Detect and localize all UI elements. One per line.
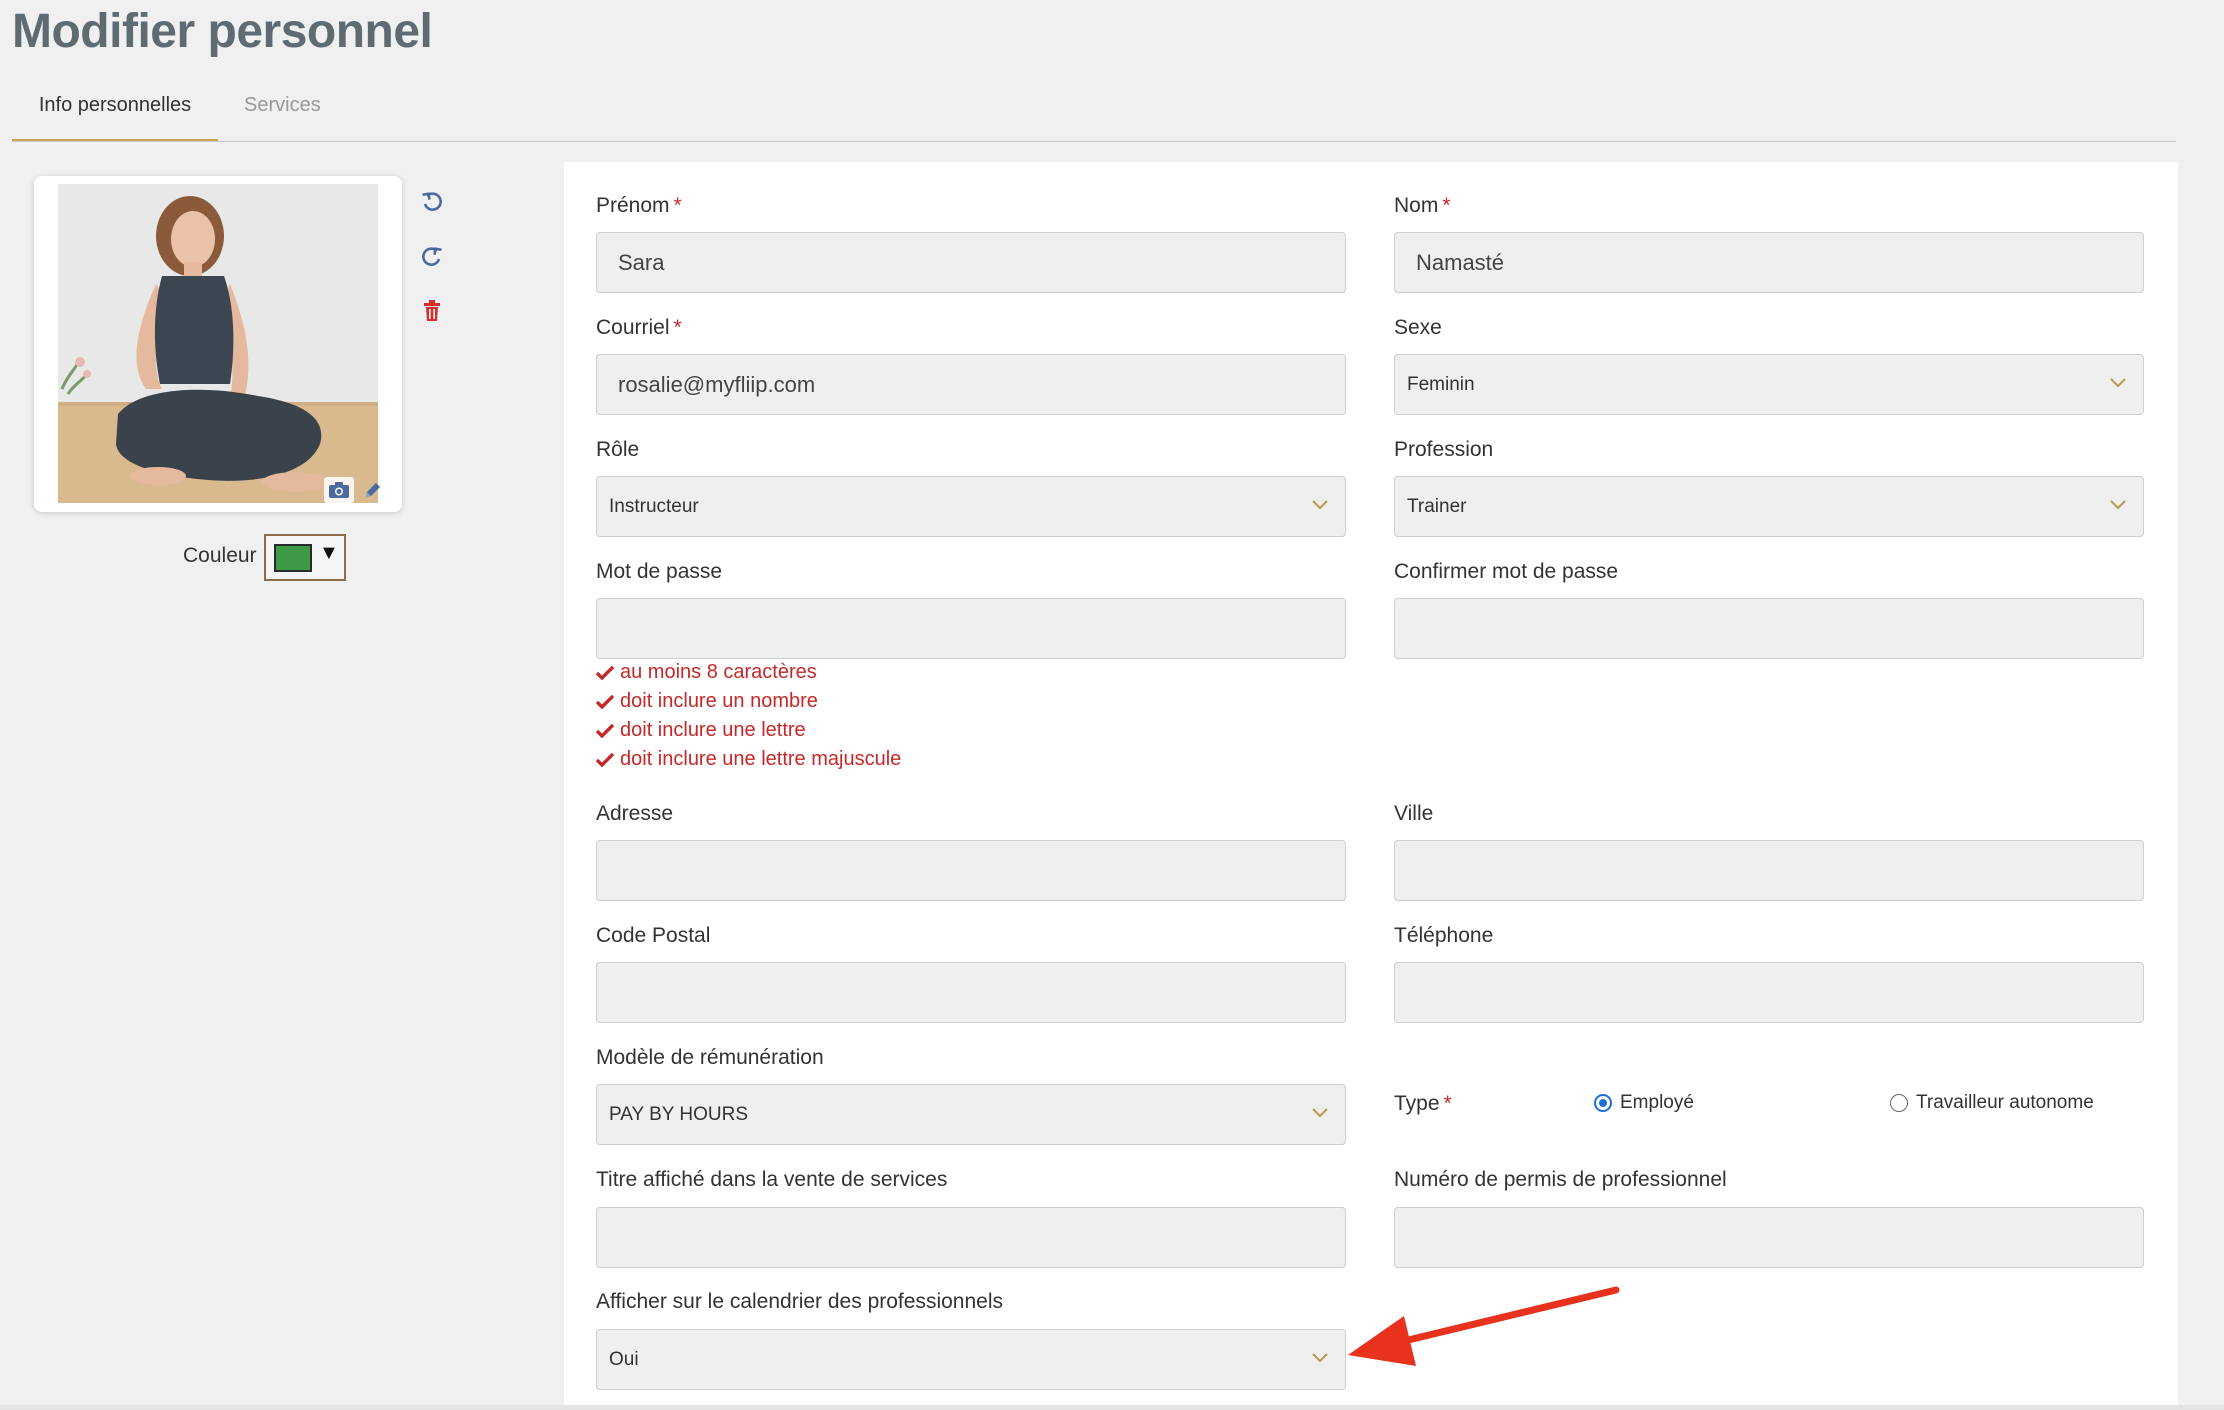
adresse-label: Adresse <box>596 802 674 825</box>
telephone-input[interactable] <box>1394 962 2144 1023</box>
afficher-calendrier-select[interactable]: Oui <box>596 1329 1346 1390</box>
profile-photo-card <box>34 176 402 512</box>
prenom-label: Prénom * <box>596 194 682 217</box>
profession-select[interactable]: Trainer <box>1394 476 2144 537</box>
confirmer-mot-de-passe-label: Confirmer mot de passe <box>1394 560 1619 583</box>
password-rule: doit inclure une lettre majuscule <box>596 745 901 774</box>
courriel-value: rosalie@myfliip.com <box>618 372 816 397</box>
password-rule: au moins 8 caractères <box>596 658 901 687</box>
nom-value: Namasté <box>1416 250 1505 275</box>
numero-permis-input[interactable] <box>1394 1207 2144 1268</box>
tab-info-personnelles[interactable]: Info personnelles <box>12 94 218 141</box>
pencil-icon[interactable] <box>358 477 388 503</box>
tab-services[interactable]: Services <box>244 94 321 117</box>
radio-travailleur-autonome[interactable]: Travailleur autonome <box>1890 1092 2094 1114</box>
annotation-arrow-icon <box>1340 1282 1630 1377</box>
code-postal-input[interactable] <box>596 962 1346 1023</box>
type-label: Type * <box>1394 1092 1452 1115</box>
numero-permis-label: Numéro de permis de professionnel <box>1394 1168 1727 1191</box>
prenom-input[interactable]: Sara <box>596 232 1346 293</box>
titre-affiche-input[interactable] <box>596 1207 1346 1268</box>
chevron-down-icon <box>1311 1107 1329 1119</box>
couleur-swatch <box>274 544 312 572</box>
chevron-down-icon <box>1311 1352 1329 1364</box>
check-icon <box>596 723 618 739</box>
ville-label: Ville <box>1394 802 1434 825</box>
courriel-label: Courriel * <box>596 316 682 339</box>
check-icon <box>596 752 618 768</box>
modele-remuneration-select[interactable]: PAY BY HOURS <box>596 1084 1346 1145</box>
telephone-label: Téléphone <box>1394 924 1494 947</box>
code-postal-label: Code Postal <box>596 924 711 947</box>
sexe-label: Sexe <box>1394 316 1442 339</box>
bottom-edge <box>0 1405 2224 1410</box>
check-icon <box>596 694 618 710</box>
role-label: Rôle <box>596 438 640 461</box>
profession-label: Profession <box>1394 438 1494 461</box>
radio-selected-icon <box>1594 1094 1612 1112</box>
couleur-picker[interactable]: ▼ <box>264 534 346 581</box>
modele-remuneration-value: PAY BY HOURS <box>609 1104 749 1125</box>
chevron-down-icon <box>2109 377 2127 389</box>
camera-icon[interactable] <box>324 477 354 503</box>
check-icon <box>596 665 618 681</box>
profile-photo <box>58 184 378 503</box>
profession-value: Trainer <box>1407 496 1467 517</box>
prenom-value: Sara <box>618 250 665 275</box>
role-value: Instructeur <box>609 496 699 517</box>
password-rule: doit inclure un nombre <box>596 687 901 716</box>
rotate-right-icon[interactable] <box>416 241 448 273</box>
rotate-left-icon[interactable] <box>416 186 448 218</box>
couleur-label: Couleur <box>183 544 257 567</box>
confirmer-mot-de-passe-input[interactable] <box>1394 598 2144 659</box>
type-radio-group: Type * Employé Travailleur autonome <box>1394 1084 2144 1124</box>
sexe-value: Feminin <box>1407 374 1475 395</box>
trash-icon[interactable] <box>416 295 448 327</box>
role-select[interactable]: Instructeur <box>596 476 1346 537</box>
radio-unselected-icon <box>1890 1094 1908 1112</box>
radio-employe[interactable]: Employé <box>1594 1092 1694 1114</box>
form-card: Prénom * Sara Nom * Namasté Courriel * rosa… <box>564 162 2178 1410</box>
ville-input[interactable] <box>1394 840 2144 901</box>
chevron-down-icon <box>1311 499 1329 511</box>
titre-affiche-label: Titre affiché dans la vente de services <box>596 1168 948 1191</box>
afficher-calendrier-value: Oui <box>609 1349 639 1370</box>
nom-label: Nom * <box>1394 194 1451 217</box>
password-rules: au moins 8 caractères doit inclure un no… <box>596 658 901 774</box>
courriel-input[interactable]: rosalie@myfliip.com <box>596 354 1346 415</box>
mot-de-passe-label: Mot de passe <box>596 560 723 583</box>
page: Modifier personnel Info personnelles Ser… <box>0 0 2224 1410</box>
chevron-down-icon <box>2109 499 2127 511</box>
modele-remuneration-label: Modèle de rémunération <box>596 1046 824 1069</box>
mot-de-passe-input[interactable] <box>596 598 1346 659</box>
adresse-input[interactable] <box>596 840 1346 901</box>
nom-input[interactable]: Namasté <box>1394 232 2144 293</box>
sexe-select[interactable]: Feminin <box>1394 354 2144 415</box>
dropdown-triangle-icon: ▼ <box>319 542 339 564</box>
page-title: Modifier personnel <box>12 5 433 58</box>
password-rule: doit inclure une lettre <box>596 716 901 745</box>
tab-bar: Info personnelles Services <box>12 84 2176 142</box>
afficher-calendrier-label: Afficher sur le calendrier des professio… <box>596 1290 1003 1313</box>
